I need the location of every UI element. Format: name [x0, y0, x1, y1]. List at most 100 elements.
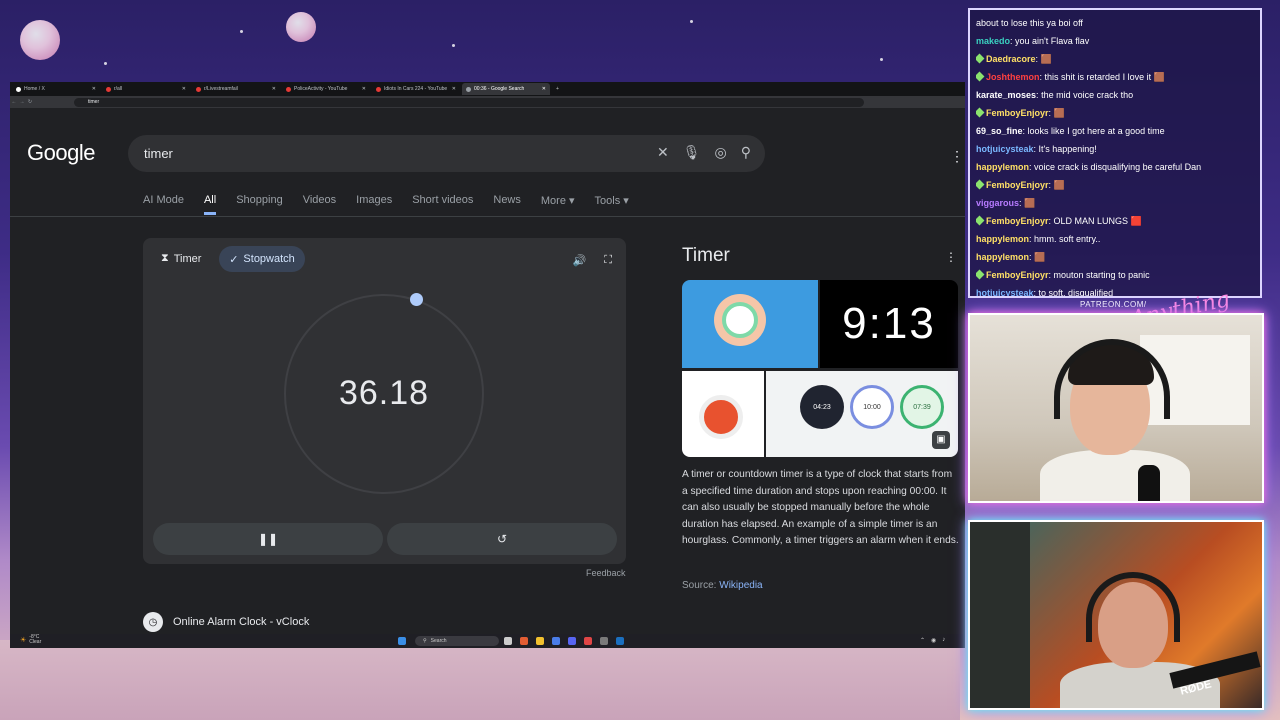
close-icon[interactable]: ✕ [542, 86, 546, 92]
browser-tab[interactable]: Home / X ✕ [12, 83, 100, 95]
tab-more[interactable]: More ▾ [541, 194, 575, 215]
pause-button[interactable]: ❚❚ [153, 523, 383, 555]
stopwatch-time: 36.18 [338, 374, 430, 412]
timer-mode-button[interactable]: ⧗ Timer [161, 252, 201, 265]
tab-short-videos[interactable]: Short videos [412, 194, 473, 215]
back-icon[interactable]: ← [10, 99, 18, 105]
firefox-icon[interactable] [520, 637, 528, 645]
search-input[interactable]: timer ✕ 🎙 ◎ ⚲ [128, 135, 765, 172]
webcam-streamer-2 [968, 520, 1264, 710]
tab-all[interactable]: All [203, 194, 217, 215]
browser-tab[interactable]: r/all ✕ [102, 83, 190, 95]
volume-icon[interactable]: ♪ [942, 637, 945, 644]
tab-images[interactable]: Images [356, 194, 392, 215]
chat-message: happylemon: voice crack is disqualifying… [976, 162, 1202, 172]
new-tab-button[interactable]: + [552, 83, 566, 95]
headphones-icon [1086, 572, 1180, 642]
tab-label: PoliceActivity - YouTube [294, 86, 348, 92]
chat-username: Joshthemon [986, 72, 1040, 82]
chat-text: you ain't Flava flav [1015, 36, 1090, 46]
browser-tab[interactable]: r/Livestreamfail ✕ [192, 83, 280, 95]
timer-disc [699, 395, 743, 439]
reset-button[interactable]: ↺ [387, 523, 617, 555]
star [452, 44, 455, 47]
chat-text: 🟫 [1034, 252, 1046, 262]
wikipedia-link[interactable]: Wikipedia [719, 580, 762, 591]
clear-icon[interactable]: ✕ [657, 144, 669, 161]
chat-text: about to lose this ya boi off [976, 18, 1083, 28]
search-result[interactable]: ◷ Online Alarm Clock - vClock [143, 612, 309, 632]
browser-tab[interactable]: PoliceActivity - YouTube ✕ [282, 83, 370, 95]
close-icon[interactable]: ✕ [182, 86, 186, 92]
weather-widget[interactable]: ☀ -8°C Clear [20, 635, 41, 645]
chat-text: looks like I got here at a good time [1027, 126, 1165, 136]
reload-icon[interactable]: ↻ [26, 99, 34, 105]
url-field[interactable]: timer [74, 97, 864, 107]
image-gallery-icon[interactable]: ▣ [932, 431, 950, 449]
apps-grid-icon[interactable]: ⋮⋮⋮ [950, 148, 965, 165]
stopwatch-mode-button[interactable]: ✓ Stopwatch [219, 246, 305, 272]
address-bar-row: ← → ↻ timer [10, 96, 965, 108]
browser-tab-active[interactable]: 00:36 - Google Search ✕ [462, 83, 550, 95]
taskbar-search[interactable]: ⚲ Search [415, 636, 499, 646]
chat-text: the mid voice crack tho [1041, 90, 1134, 100]
star [240, 30, 243, 33]
chrome-icon[interactable] [584, 637, 592, 645]
weather-icon: ☀ [20, 637, 27, 644]
windows-start-icon[interactable] [398, 637, 406, 645]
chat-username: FemboyEnjoyr [986, 180, 1049, 190]
tab-tools[interactable]: Tools ▾ [595, 194, 629, 215]
close-icon[interactable]: ✕ [92, 86, 96, 92]
mini-clock-text: 10:00 [863, 403, 881, 411]
kitchen-timer-image[interactable] [682, 371, 764, 457]
youtube-icon [376, 86, 381, 92]
taskbar-search-label: Search [430, 638, 447, 644]
google-results-page: Google timer ✕ 🎙 ◎ ⚲ ⋮⋮⋮ AI Mode All Sho… [10, 108, 965, 634]
digital-clock-image[interactable]: 9:13 [820, 280, 958, 368]
system-tray[interactable]: ⌃ ◉ ♪ [920, 637, 945, 644]
chat-message: karate_moses: the mid voice crack tho [976, 90, 1134, 100]
result-title[interactable]: Online Alarm Clock - vClock [173, 616, 309, 628]
close-icon[interactable]: ✕ [272, 86, 276, 92]
lens-icon[interactable]: ◎ [715, 144, 727, 161]
tab-news[interactable]: News [493, 194, 521, 215]
chat-text: voice crack is disqualifying be careful … [1034, 162, 1202, 172]
chevron-up-icon[interactable]: ⌃ [920, 637, 925, 644]
network-icon[interactable]: ◉ [931, 637, 936, 644]
bubble [20, 20, 60, 60]
search-icon: ⚲ [423, 638, 427, 644]
tab-shopping[interactable]: Shopping [236, 194, 283, 215]
volume-icon[interactable]: 🔊 [573, 254, 587, 267]
stopwatch-hand-image[interactable] [682, 280, 818, 368]
close-icon[interactable]: ✕ [362, 86, 366, 92]
chat-text: to soft, disqualified [1038, 288, 1114, 298]
steam-icon[interactable] [616, 637, 624, 645]
close-icon[interactable]: ✕ [452, 86, 456, 92]
search-icon[interactable]: ⚲ [741, 144, 751, 161]
chat-message: FemboyEnjoyr: OLD MAN LUNGS 🟥 [976, 212, 1254, 230]
digital-clock-text: 9:13 [842, 299, 936, 348]
timer-apps-image[interactable]: 04:23 10:00 07:39 ▣ [766, 371, 958, 457]
tab-videos[interactable]: Videos [303, 194, 336, 215]
hourglass-icon: ⧗ [161, 252, 169, 264]
timer-mode-label: Timer [173, 252, 202, 265]
google-logo[interactable]: Google [27, 140, 95, 166]
divider [10, 216, 965, 217]
tab-ai-mode[interactable]: AI Mode [143, 194, 184, 215]
fullscreen-icon[interactable]: ⛶ [604, 254, 612, 267]
chat-message: FemboyEnjoyr: 🟫 [976, 104, 1254, 122]
browser-tab[interactable]: Idiots In Cars 224 - YouTube ✕ [372, 83, 460, 95]
feedback-link[interactable]: Feedback [586, 568, 626, 578]
task-view-icon[interactable] [504, 637, 512, 645]
badge-icon [976, 215, 985, 226]
file-explorer-icon[interactable] [536, 637, 544, 645]
dial-progress-knob [410, 293, 423, 306]
app-icon[interactable] [600, 637, 608, 645]
discord-icon[interactable] [568, 637, 576, 645]
more-options-icon[interactable]: ⋮ [945, 250, 957, 264]
mic-icon[interactable]: 🎙 [683, 144, 701, 161]
webcam-streamer-1 [968, 313, 1264, 503]
forward-icon[interactable]: → [18, 99, 26, 105]
app-icon[interactable] [552, 637, 560, 645]
tab-label: Idiots In Cars 224 - YouTube [384, 86, 448, 92]
